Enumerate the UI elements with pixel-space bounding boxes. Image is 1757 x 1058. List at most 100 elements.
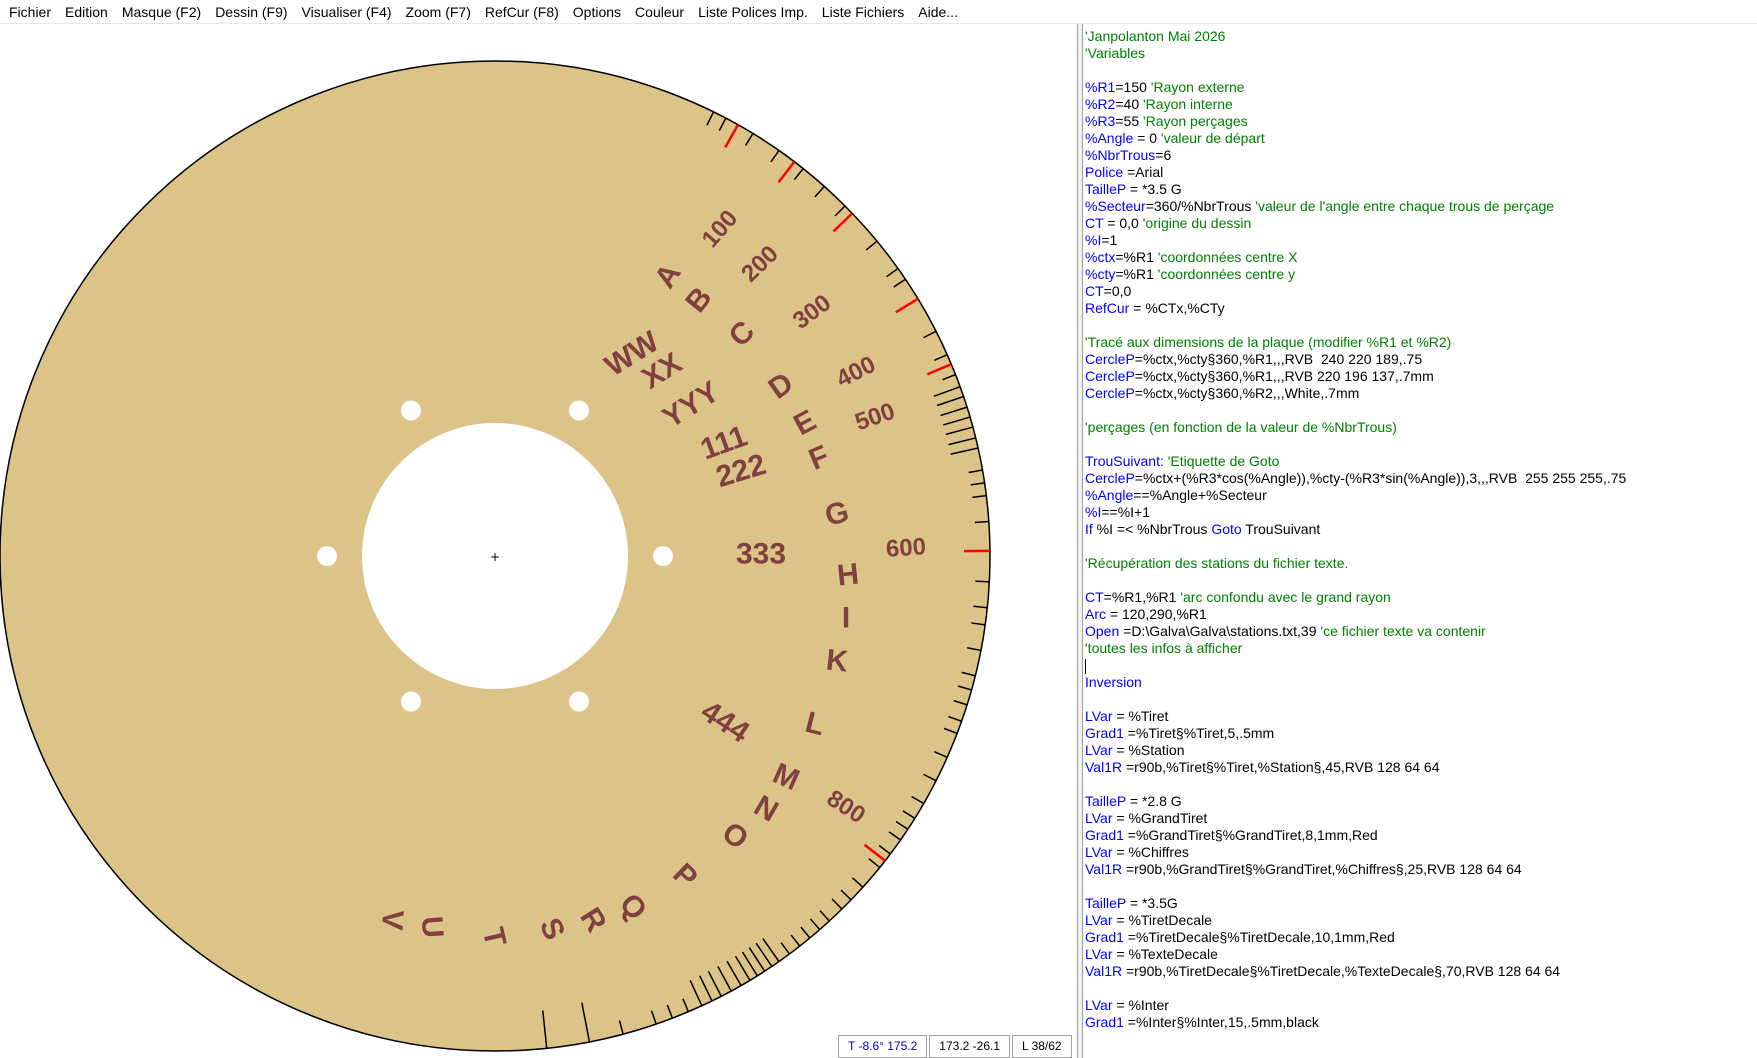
code-comment: 'Rayon interne bbox=[1143, 96, 1233, 112]
code-keyword: CT bbox=[1085, 215, 1104, 231]
code-line: %cty=%R1 'coordonnées centre y bbox=[1085, 266, 1757, 283]
code-line: 'perçages (en fonction de la valeur de %… bbox=[1085, 419, 1757, 436]
menu-aide[interactable]: Aide... bbox=[911, 0, 965, 24]
code-line: %I==%I+1 bbox=[1085, 504, 1757, 521]
code-text: = %TexteDecale bbox=[1112, 946, 1218, 962]
drill-hole bbox=[653, 546, 673, 566]
code-line: %Secteur=360/%NbrTrous 'valeur de l'angl… bbox=[1085, 198, 1757, 215]
code-line: TailleP = *3.5 G bbox=[1085, 181, 1757, 198]
code-editor[interactable]: 'Janpolanton Mai 2026 'Variables %R1=150 '… bbox=[1083, 24, 1757, 1058]
code-comment: 'coordonnées centre y bbox=[1157, 266, 1296, 282]
code-text: =%Inter§%Inter,15,.5mm,black bbox=[1123, 1014, 1319, 1030]
code-line: %R1=150 'Rayon externe bbox=[1085, 79, 1757, 96]
code-comment: 'valeur de l'angle entre chaque trous de… bbox=[1255, 198, 1555, 214]
code-line: LVar = %TiretDecale bbox=[1085, 912, 1757, 929]
code-line: Grad1 =%Inter§%Inter,15,.5mm,black bbox=[1085, 1014, 1757, 1031]
menu-refcur[interactable]: RefCur (F8) bbox=[478, 0, 566, 24]
code-line: TrouSuivant: 'Etiquette de Goto bbox=[1085, 453, 1757, 470]
code-keyword: LVar bbox=[1085, 742, 1113, 758]
drawing-svg: ABCDEFGHIKLMNOPQRSTUVWWXXYYY111222333444… bbox=[0, 60, 991, 1052]
code-line: LVar = %Tiret bbox=[1085, 708, 1757, 725]
code-keyword: Arc bbox=[1085, 606, 1106, 622]
code-text: =%GrandTiret§%GrandTiret,8,1mm,Red bbox=[1123, 827, 1378, 843]
code-comment: 'valeur de départ bbox=[1160, 130, 1265, 146]
code-text: =Arial bbox=[1123, 164, 1164, 180]
code-line: %NbrTrous=6 bbox=[1085, 147, 1757, 164]
code-line: LVar = %Chiffres bbox=[1085, 844, 1757, 861]
code-text: =%TiretDecale§%TiretDecale,10,1mm,Red bbox=[1123, 929, 1395, 945]
code-line: %R3=55 'Rayon perçages bbox=[1085, 113, 1757, 130]
status-bar: T -8.6° 175.2 173.2 -26.1 L 38/62 bbox=[838, 1035, 1074, 1058]
menu-visualiser[interactable]: Visualiser (F4) bbox=[295, 0, 399, 24]
code-keyword: %Angle bbox=[1085, 130, 1134, 146]
code-text: = *2.8 G bbox=[1126, 793, 1182, 809]
code-keyword: Open bbox=[1085, 623, 1120, 639]
code-line: Police =Arial bbox=[1085, 164, 1757, 181]
code-keyword: LVar bbox=[1085, 810, 1113, 826]
code-line: 'Récupération des stations du fichier te… bbox=[1085, 555, 1757, 572]
code-keyword: CercleP bbox=[1085, 368, 1135, 384]
menu-fichier[interactable]: Fichier bbox=[2, 0, 58, 24]
menu-options[interactable]: Options bbox=[566, 0, 628, 24]
code-keyword: TailleP bbox=[1085, 895, 1126, 911]
menu-dessin[interactable]: Dessin (F9) bbox=[208, 0, 294, 24]
code-line: LVar = %Inter bbox=[1085, 997, 1757, 1014]
code-keyword: Val1R bbox=[1085, 963, 1123, 979]
code-line: TailleP = *2.8 G bbox=[1085, 793, 1757, 810]
code-keyword: %I bbox=[1085, 232, 1102, 248]
code-keyword: If bbox=[1085, 521, 1093, 537]
menu-masque[interactable]: Masque (F2) bbox=[115, 0, 208, 24]
code-text: =r90b,%Tiret§%Tiret,%Station§,45,RVB 128… bbox=[1122, 759, 1440, 775]
code-keyword: CercleP bbox=[1085, 470, 1135, 486]
code-line: Grad1 =%Tiret§%Tiret,5,.5mm bbox=[1085, 725, 1757, 742]
menu-edition[interactable]: Edition bbox=[58, 0, 115, 24]
code-keyword: Val1R bbox=[1085, 759, 1123, 775]
code-comment: 'arc confondu avec le grand rayon bbox=[1180, 589, 1391, 605]
code-text: =%R1 bbox=[1115, 249, 1158, 265]
menu-zoom[interactable]: Zoom (F7) bbox=[399, 0, 478, 24]
code-comment: 'Rayon externe bbox=[1150, 79, 1245, 95]
code-text: ==%I+1 bbox=[1101, 504, 1150, 520]
code-keyword: CT bbox=[1085, 589, 1104, 605]
code-keyword: Inversion bbox=[1085, 674, 1142, 690]
code-keyword: LVar bbox=[1085, 946, 1113, 962]
code-comment: 'Rayon perçages bbox=[1143, 113, 1248, 129]
code-keyword: %Angle bbox=[1085, 487, 1134, 503]
drawing-canvas[interactable]: A B C D E F G H I K L M N O P Q R S T U V WW XX YYY 111 222 333 444… bbox=[0, 24, 1077, 1058]
code-line: Val1R =r90b,%GrandTiret§%GrandTiret,%Chi… bbox=[1085, 861, 1757, 878]
menu-liste-fichiers[interactable]: Liste Fichiers bbox=[815, 0, 911, 24]
code-line: CercleP=%ctx,%cty§360,%R2,,,White,.7mm bbox=[1085, 385, 1757, 402]
code-line: LVar = %GrandTiret bbox=[1085, 810, 1757, 827]
drill-hole bbox=[569, 691, 589, 712]
code-text: = %Chiffres bbox=[1112, 844, 1189, 860]
code-comment: 'Tracé aux dimensions de la plaque (modi… bbox=[1085, 334, 1452, 350]
code-line: Val1R =r90b,%Tiret§%Tiret,%Station§,45,R… bbox=[1085, 759, 1757, 776]
code-keyword: CercleP bbox=[1085, 385, 1135, 401]
code-keyword: %R3 bbox=[1085, 113, 1116, 129]
code-text: = 0 bbox=[1133, 130, 1161, 146]
code-line: CercleP=%ctx+(%R3*cos(%Angle)),%cty-(%R3… bbox=[1085, 470, 1757, 487]
code-keyword: %NbrTrous bbox=[1085, 147, 1156, 163]
menu-liste-polices[interactable]: Liste Polices Imp. bbox=[691, 0, 815, 24]
code-text: = 120,290,%R1 bbox=[1106, 606, 1207, 622]
code-text: =%ctx,%cty§360,%R2,,,White,.7mm bbox=[1134, 385, 1360, 401]
code-keyword: Grad1 bbox=[1085, 929, 1124, 945]
code-line: LVar = %Station bbox=[1085, 742, 1757, 759]
drill-hole bbox=[569, 400, 589, 421]
code-line: CercleP=%ctx,%cty§360,%R1,,,RVB 240 220 … bbox=[1085, 351, 1757, 368]
code-text: = %GrandTiret bbox=[1112, 810, 1208, 826]
code-text: =6 bbox=[1155, 147, 1172, 163]
code-line: CercleP=%ctx,%cty§360,%R1,,,RVB 220 196 … bbox=[1085, 368, 1757, 385]
code-line: TailleP = *3.5G bbox=[1085, 895, 1757, 912]
menu-couleur[interactable]: Couleur bbox=[628, 0, 691, 24]
code-line: Grad1 =%GrandTiret§%GrandTiret,8,1mm,Red bbox=[1085, 827, 1757, 844]
code-line: 'Variables bbox=[1085, 45, 1757, 62]
code-keyword: LVar bbox=[1085, 997, 1113, 1013]
code-text: = 0,0 bbox=[1103, 215, 1143, 231]
code-keyword: Val1R bbox=[1085, 861, 1123, 877]
code-comment: 'ce fichier texte va contenir bbox=[1320, 623, 1486, 639]
